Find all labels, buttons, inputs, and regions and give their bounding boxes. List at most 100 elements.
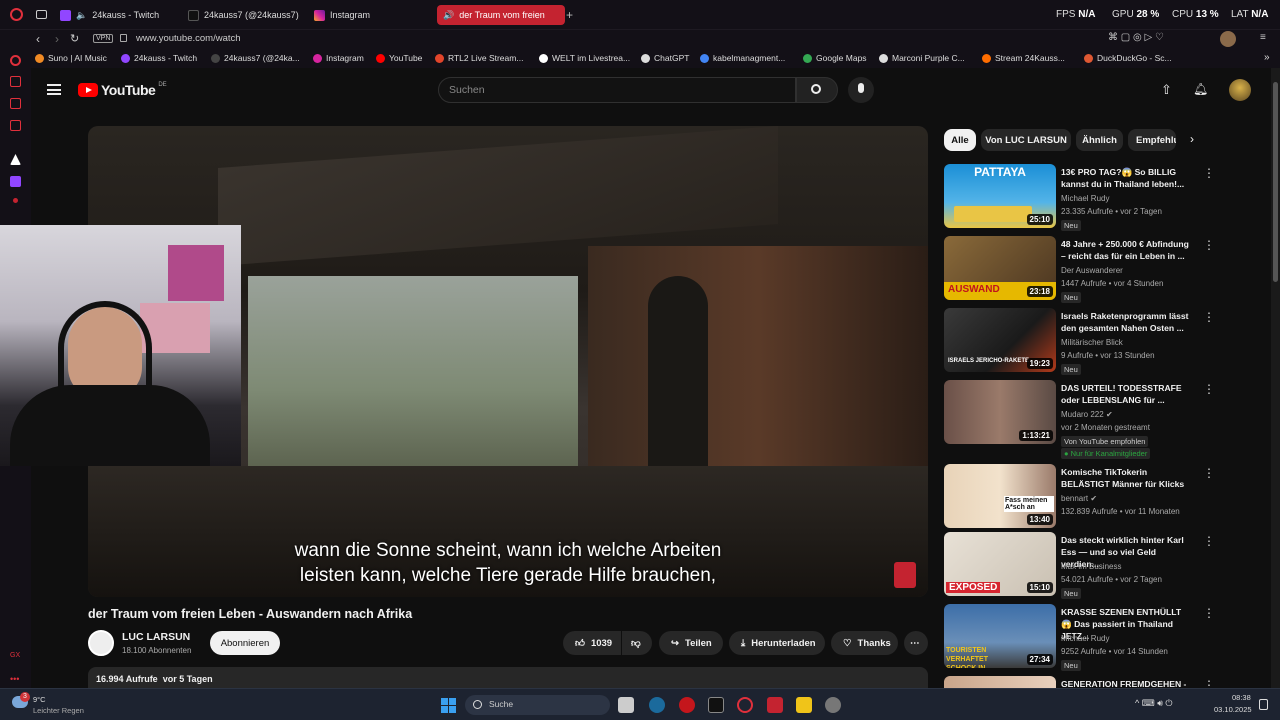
opera-gx-icon[interactable] xyxy=(10,55,21,66)
video-thumbnail[interactable]: AUSWAND 23:18 xyxy=(944,236,1056,300)
channel-name[interactable]: Michael Rudy xyxy=(1061,194,1109,203)
like-button[interactable]: 👍︎ 1039 xyxy=(563,631,621,655)
notification-center-icon[interactable] xyxy=(1259,699,1268,710)
account-avatar[interactable] xyxy=(1229,79,1251,101)
app-icon-settings[interactable] xyxy=(825,697,841,713)
opera-icon[interactable] xyxy=(10,8,23,21)
bookmark-suno[interactable]: Suno | AI Music xyxy=(35,53,107,63)
sidebar-icon-7[interactable] xyxy=(13,198,18,203)
new-tab-button[interactable]: + xyxy=(566,8,573,22)
more-options-icon[interactable]: ⋮ xyxy=(1203,606,1215,620)
sidebar-icon-3[interactable] xyxy=(10,98,21,109)
thanks-button[interactable]: ♡ Thanks xyxy=(831,631,898,655)
recommendation-item[interactable]: 1:13:21 DAS URTEIL! TODESSTRAFE oder LEB… xyxy=(944,380,1259,459)
bookmark-google[interactable]: kabelmanagment... xyxy=(700,53,785,63)
channel-name[interactable]: Der Auswanderer xyxy=(1061,266,1123,275)
share-button[interactable]: ↪ Teilen xyxy=(659,631,723,655)
bookmark-rtl2[interactable]: RTL2 Live Stream... xyxy=(435,53,523,63)
chip-from-channel[interactable]: Von LUC LARSUN xyxy=(981,129,1071,151)
video-thumbnail[interactable]: EXPOSED 15:10 xyxy=(944,532,1056,596)
video-thumbnail[interactable] xyxy=(944,676,1056,688)
video-title[interactable]: 13€ PRO TAG?😱 So BILLIG kannst du in Tha… xyxy=(1061,166,1191,190)
recommendation-item[interactable]: TOURISTEN VERHAFTET SCHOCK IN THAILAND 2… xyxy=(944,604,1259,671)
recommendation-item[interactable]: EXPOSED 15:10 Das steckt wirklich hinter… xyxy=(944,532,1259,599)
video-thumbnail[interactable]: ISRAELS JERICHO-RAKETE 19:23 xyxy=(944,308,1056,372)
tab-tiktok[interactable]: 24kauss7 (@24kauss7) xyxy=(182,5,302,25)
channel-name[interactable]: Michael Rudy xyxy=(1061,634,1109,643)
menu-icon[interactable]: ≡ xyxy=(1260,32,1266,43)
video-thumbnail[interactable]: 1:13:21 xyxy=(944,380,1056,444)
task-view-icon[interactable] xyxy=(618,697,634,713)
steam-icon[interactable] xyxy=(649,697,665,713)
more-options-icon[interactable]: ⋮ xyxy=(1203,382,1215,396)
clock-date[interactable]: 03.10.2025 xyxy=(1214,705,1252,714)
hamburger-menu-icon[interactable] xyxy=(47,84,61,95)
recommendation-item[interactable]: GENERATION FREMDGEHEN - ... ⋮ xyxy=(944,676,1259,688)
bookmark-welt[interactable]: WELT im Livestrea... xyxy=(539,53,630,63)
windows-start-icon[interactable] xyxy=(441,698,456,713)
video-thumbnail[interactable]: PATTAYA 25:10 xyxy=(944,164,1056,228)
sidebar-icon-2[interactable] xyxy=(10,76,21,87)
video-title[interactable]: 48 Jahre + 250.000 € Abfindung – reicht … xyxy=(1061,238,1191,262)
recommendation-item[interactable]: AUSWAND 23:18 48 Jahre + 250.000 € Abfin… xyxy=(944,236,1259,303)
more-options-icon[interactable]: ⋮ xyxy=(1203,534,1215,548)
youtube-logo[interactable]: YouTube DE xyxy=(78,82,167,98)
recommendation-item[interactable]: ISRAELS JERICHO-RAKETE 19:23 Israels Rak… xyxy=(944,308,1259,375)
video-title[interactable]: DAS URTEIL! TODESSTRAFE oder LEBENSLANG … xyxy=(1061,382,1191,406)
channel-name[interactable]: Militärischer Blick xyxy=(1061,338,1123,347)
recommendation-item[interactable]: PATTAYA 25:10 13€ PRO TAG?😱 So BILLIG ka… xyxy=(944,164,1259,231)
bookmarks-overflow-icon[interactable]: » xyxy=(1264,52,1270,63)
more-options-icon[interactable]: ⋮ xyxy=(1203,466,1215,480)
bookmark-marconi[interactable]: Marconi Purple C... xyxy=(879,53,965,63)
more-actions-button[interactable]: ⋯ xyxy=(904,631,928,655)
tab-youtube-active[interactable]: 🔊 der Traum vom freien xyxy=(437,5,565,25)
reload-icon[interactable]: ↻ xyxy=(70,32,79,45)
description-box[interactable]: 16.994 Aufrufe vor 5 Tagen xyxy=(88,667,928,688)
more-options-icon[interactable]: ⋮ xyxy=(1203,166,1215,180)
channel-name[interactable]: LUC LARSUN xyxy=(122,631,190,643)
more-icon[interactable]: ••• xyxy=(10,674,21,685)
recommendation-item[interactable]: Fass meinen A*sch an 13:40 Komische TikT… xyxy=(944,464,1259,530)
download-button[interactable]: ⤓ Herunterladen xyxy=(729,631,825,655)
video-title[interactable]: Israels Raketenprogramm lässt den gesamt… xyxy=(1061,310,1191,334)
more-options-icon[interactable]: ⋮ xyxy=(1203,678,1215,688)
tab-twitch[interactable]: 🔈 24kauss - Twitch xyxy=(54,5,174,25)
extensions-icon[interactable]: ⌘ ▢ ◎ ▷ ♡ xyxy=(1108,32,1164,43)
chip-recommended[interactable]: Empfehlu xyxy=(1128,129,1176,151)
bookmark-chatgpt[interactable]: ChatGPT xyxy=(641,53,689,63)
channel-name[interactable]: Max im Business xyxy=(1061,562,1121,571)
opera-gx-icon[interactable] xyxy=(737,697,753,713)
tab-overview-icon[interactable] xyxy=(36,10,47,19)
video-title[interactable]: Komische TikTokerin BELÄSTIGT Männer für… xyxy=(1061,466,1191,490)
clock-time[interactable]: 08:38 xyxy=(1232,693,1251,702)
weather-temp[interactable]: 9°C xyxy=(33,695,46,704)
channel-avatar[interactable] xyxy=(88,630,114,656)
subscribe-button[interactable]: Abonnieren xyxy=(210,631,280,655)
chip-all[interactable]: Alle xyxy=(944,129,976,151)
channel-name[interactable]: bennart ✔ xyxy=(1061,494,1097,503)
sidebar-icon-4[interactable] xyxy=(10,120,21,131)
bookmark-twitch[interactable]: 24kauss - Twitch xyxy=(121,53,197,63)
speaker-icon[interactable]: 🔊 xyxy=(443,10,454,21)
bookmark-stream[interactable]: Stream 24Kauss... xyxy=(982,53,1065,63)
voice-search-button[interactable] xyxy=(848,77,874,103)
more-options-icon[interactable]: ⋮ xyxy=(1203,238,1215,252)
bookmark-tiktok[interactable]: 24kauss7 (@24ka... xyxy=(211,53,300,63)
bookmark-duckduckgo[interactable]: DuckDuckGo - Sc... xyxy=(1084,53,1172,63)
notifications-bell-icon[interactable]: 🔔︎ xyxy=(1193,82,1208,96)
app-icon-watch[interactable] xyxy=(767,697,783,713)
dislike-button[interactable]: 👎︎ xyxy=(622,631,652,655)
video-thumbnail[interactable]: TOURISTEN VERHAFTET SCHOCK IN THAILAND 2… xyxy=(944,604,1056,668)
sidebar-icon-5[interactable] xyxy=(10,154,21,165)
more-options-icon[interactable]: ⋮ xyxy=(1203,310,1215,324)
video-thumbnail[interactable]: Fass meinen A*sch an 13:40 xyxy=(944,464,1056,528)
tab-instagram[interactable]: Instagram xyxy=(308,5,428,25)
page-scrollbar[interactable] xyxy=(1271,68,1280,688)
scrollbar-thumb[interactable] xyxy=(1273,82,1278,282)
channel-name[interactable]: Mudaro 222 ✔ xyxy=(1061,410,1113,419)
forward-icon[interactable]: › xyxy=(55,32,59,46)
bookmark-instagram[interactable]: Instagram xyxy=(313,53,364,63)
back-icon[interactable]: ‹ xyxy=(36,32,40,46)
epic-games-icon[interactable] xyxy=(708,697,724,713)
app-icon-red[interactable] xyxy=(679,697,695,713)
